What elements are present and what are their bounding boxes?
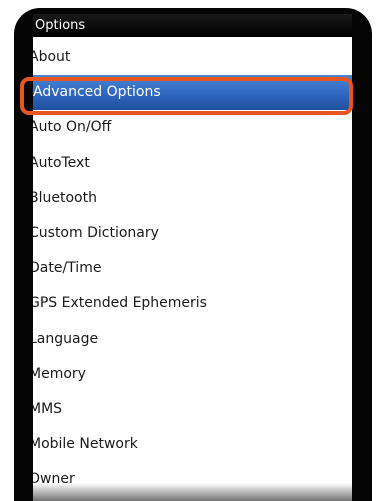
list-item-gps-extended-ephemeris[interactable]: GPS Extended Ephemeris: [33, 286, 352, 321]
list-item-bluetooth[interactable]: Bluetooth: [33, 181, 352, 216]
page-title: Options: [35, 18, 86, 33]
device: Options About Advanced Options Auto On/O…: [0, 0, 386, 501]
bottom-fade: [33, 483, 352, 501]
list-item-auto-on-off[interactable]: Auto On/Off: [33, 110, 352, 145]
list-item-date-time[interactable]: Date/Time: [33, 251, 352, 286]
screen: Options About Advanced Options Auto On/O…: [33, 14, 352, 501]
list-item-custom-dictionary[interactable]: Custom Dictionary: [33, 216, 352, 251]
list-item-advanced-options[interactable]: Advanced Options: [33, 75, 352, 111]
list-item-mms[interactable]: MMS: [33, 392, 352, 427]
list-item-about[interactable]: About: [33, 40, 352, 75]
list-item-language[interactable]: Language: [33, 322, 352, 357]
options-list: About Advanced Options Auto On/Off AutoT…: [33, 40, 352, 497]
list-item-autotext[interactable]: AutoText: [33, 146, 352, 181]
list-item-mobile-network[interactable]: Mobile Network: [33, 427, 352, 462]
title-bar: Options: [33, 14, 352, 37]
list-item-memory[interactable]: Memory: [33, 357, 352, 392]
